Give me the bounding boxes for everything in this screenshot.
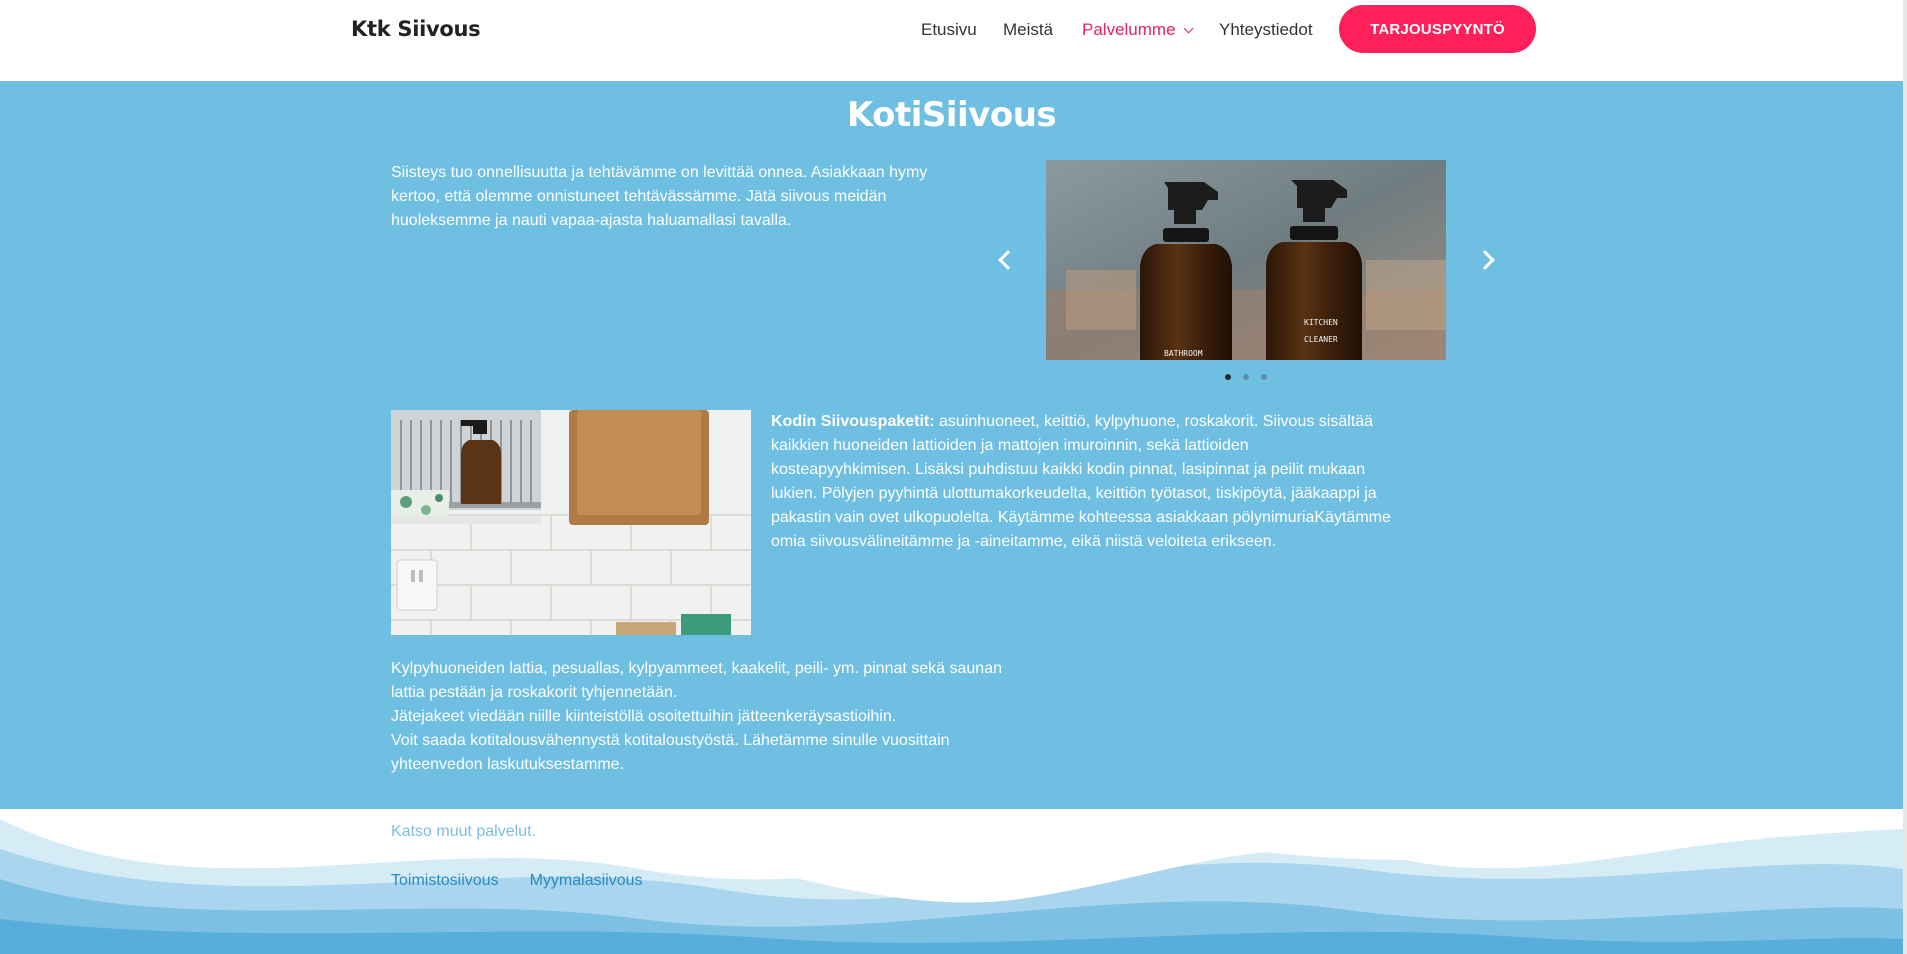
footer-section: Katso muut palvelut. Toimistosiivous Myy… xyxy=(0,809,1903,954)
bottom-line: Voit saada kotitalousvähennystä kotitalo… xyxy=(391,732,950,773)
quote-request-button[interactable]: TARJOUSPYYNTÖ xyxy=(1339,5,1536,53)
carousel-image-spray-bottles: BATHROOM KITCHEN CLEANER xyxy=(1046,160,1446,360)
site-logo[interactable]: Ktk Siivous xyxy=(351,17,481,41)
bottom-line: Kylpyhuoneiden lattia, pesuallas, kylpya… xyxy=(391,660,1002,701)
page-scrollbar[interactable] xyxy=(1903,0,1907,954)
kitchen-image xyxy=(391,410,751,635)
carousel-dot[interactable] xyxy=(1261,374,1267,380)
carousel-dot[interactable] xyxy=(1243,374,1249,380)
link-toimistosiivous[interactable]: Toimistosiivous xyxy=(391,872,499,890)
carousel-dot[interactable] xyxy=(1225,374,1231,380)
carousel-dots xyxy=(1225,374,1267,380)
package-description: Kodin Siivouspaketit: asuinhuoneet, keit… xyxy=(771,410,1391,554)
intro-text: Siisteys tuo onnellisuutta ja tehtävämme… xyxy=(391,164,928,229)
nav-item-palvelumme[interactable]: Palvelumme xyxy=(1082,20,1193,40)
see-more-services: Katso muut palvelut. xyxy=(391,823,536,840)
wave-background xyxy=(0,809,1903,954)
nav-item-yhteystiedot[interactable]: Yhteystiedot xyxy=(1219,20,1313,40)
nav-item-etusivu[interactable]: Etusivu xyxy=(921,20,977,40)
link-myymalasiivous[interactable]: Myymalasiivous xyxy=(530,872,643,890)
bottle-label: BATHROOM xyxy=(1164,349,1203,358)
bottom-line: Jätejakeet viedään niille kiinteistöllä … xyxy=(391,708,897,725)
main-section: KotiSiivous Siisteys tuo onnellisuutta j… xyxy=(0,81,1903,809)
chevron-down-icon xyxy=(1183,23,1193,34)
page-title: KotiSiivous xyxy=(846,95,1057,135)
nav-item-meista[interactable]: Meistä xyxy=(1003,20,1053,40)
bottle-label: CLEANER xyxy=(1304,335,1338,344)
nav-item-palvelumme-label: Palvelumme xyxy=(1082,20,1176,39)
spray-bottles-photo: BATHROOM KITCHEN CLEANER xyxy=(1046,160,1446,360)
carousel-next-arrow-icon[interactable] xyxy=(1475,250,1495,270)
site-header: Ktk Siivous Etusivu Meistä Palvelumme Yh… xyxy=(0,0,1903,81)
carousel-prev-arrow-icon[interactable] xyxy=(998,250,1018,270)
package-label: Kodin Siivouspaketit: xyxy=(771,413,935,430)
package-text: asuinhuoneet, keittiö, kylpyhuone, roska… xyxy=(771,413,1391,550)
bottle-label: KITCHEN xyxy=(1304,318,1338,327)
kitchen-photo xyxy=(391,410,751,635)
footer-service-links: Toimistosiivous Myymalasiivous xyxy=(391,872,643,890)
bottom-text: Kylpyhuoneiden lattia, pesuallas, kylpya… xyxy=(391,657,1011,777)
